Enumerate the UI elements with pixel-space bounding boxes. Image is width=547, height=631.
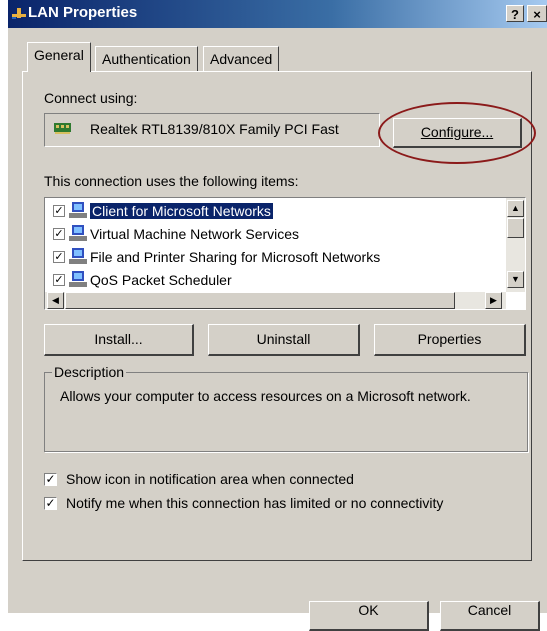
item-checkbox[interactable]: ✓	[53, 228, 65, 240]
adapter-name: Realtek RTL8139/810X Family PCI Fast	[90, 121, 339, 137]
scroll-down-icon[interactable]: ▼	[507, 271, 524, 288]
tab-general[interactable]: General	[27, 42, 91, 72]
notify-checkbox[interactable]: ✓	[44, 497, 57, 510]
notify-label: Notify me when this connection has limit…	[66, 495, 444, 511]
tab-authentication[interactable]: Authentication	[95, 46, 198, 71]
install-button[interactable]: Install...	[44, 324, 194, 356]
window-title: LAN Properties	[28, 4, 138, 21]
vertical-scrollbar[interactable]: ▲ ▼	[506, 198, 525, 292]
properties-button[interactable]: Properties	[374, 324, 526, 356]
components-list[interactable]: ✓ Client for Microsoft Networks ✓ Virtua…	[44, 197, 526, 310]
network-service-icon	[69, 225, 87, 241]
help-button[interactable]: ?	[506, 5, 524, 22]
uninstall-button[interactable]: Uninstall	[208, 324, 360, 356]
scroll-thumb[interactable]	[507, 218, 524, 238]
list-item[interactable]: ✓ Virtual Machine Network Services	[47, 223, 502, 245]
item-label: Client for Microsoft Networks	[90, 203, 273, 219]
scroll-right-icon[interactable]: ▶	[485, 292, 502, 309]
scroll-up-icon[interactable]: ▲	[507, 200, 524, 217]
list-item[interactable]: ✓ QoS Packet Scheduler	[47, 269, 502, 291]
item-checkbox[interactable]: ✓	[53, 274, 65, 286]
cancel-button[interactable]: Cancel	[440, 601, 540, 631]
item-label: QoS Packet Scheduler	[90, 272, 232, 288]
item-label: Virtual Machine Network Services	[90, 226, 300, 242]
item-label: File and Printer Sharing for Microsoft N…	[90, 249, 381, 265]
description-group	[44, 372, 528, 452]
close-button[interactable]: ×	[527, 5, 547, 22]
network-client-icon	[69, 202, 87, 218]
ok-button[interactable]: OK	[309, 601, 429, 631]
item-checkbox[interactable]: ✓	[53, 205, 65, 217]
annotation-ellipse	[378, 102, 536, 164]
show-icon-label: Show icon in notification area when conn…	[66, 471, 354, 487]
qos-scheduler-icon	[69, 271, 87, 287]
network-connection-icon	[12, 8, 26, 19]
scroll-h-thumb[interactable]	[65, 292, 455, 309]
description-text: Allows your computer to access resources…	[60, 388, 471, 404]
show-icon-checkbox[interactable]: ✓	[44, 473, 57, 486]
list-item[interactable]: ✓ File and Printer Sharing for Microsoft…	[47, 246, 502, 268]
tab-advanced[interactable]: Advanced	[203, 46, 280, 71]
network-adapter-icon	[54, 123, 71, 134]
list-item[interactable]: ✓ Client for Microsoft Networks	[47, 200, 502, 222]
connect-using-label: Connect using:	[44, 90, 138, 106]
horizontal-scrollbar[interactable]: ◀ ▶	[45, 292, 506, 309]
items-label: This connection uses the following items…	[44, 173, 299, 189]
file-sharing-icon	[69, 248, 87, 264]
item-checkbox[interactable]: ✓	[53, 251, 65, 263]
scroll-left-icon[interactable]: ◀	[47, 292, 64, 309]
description-legend: Description	[52, 364, 127, 380]
